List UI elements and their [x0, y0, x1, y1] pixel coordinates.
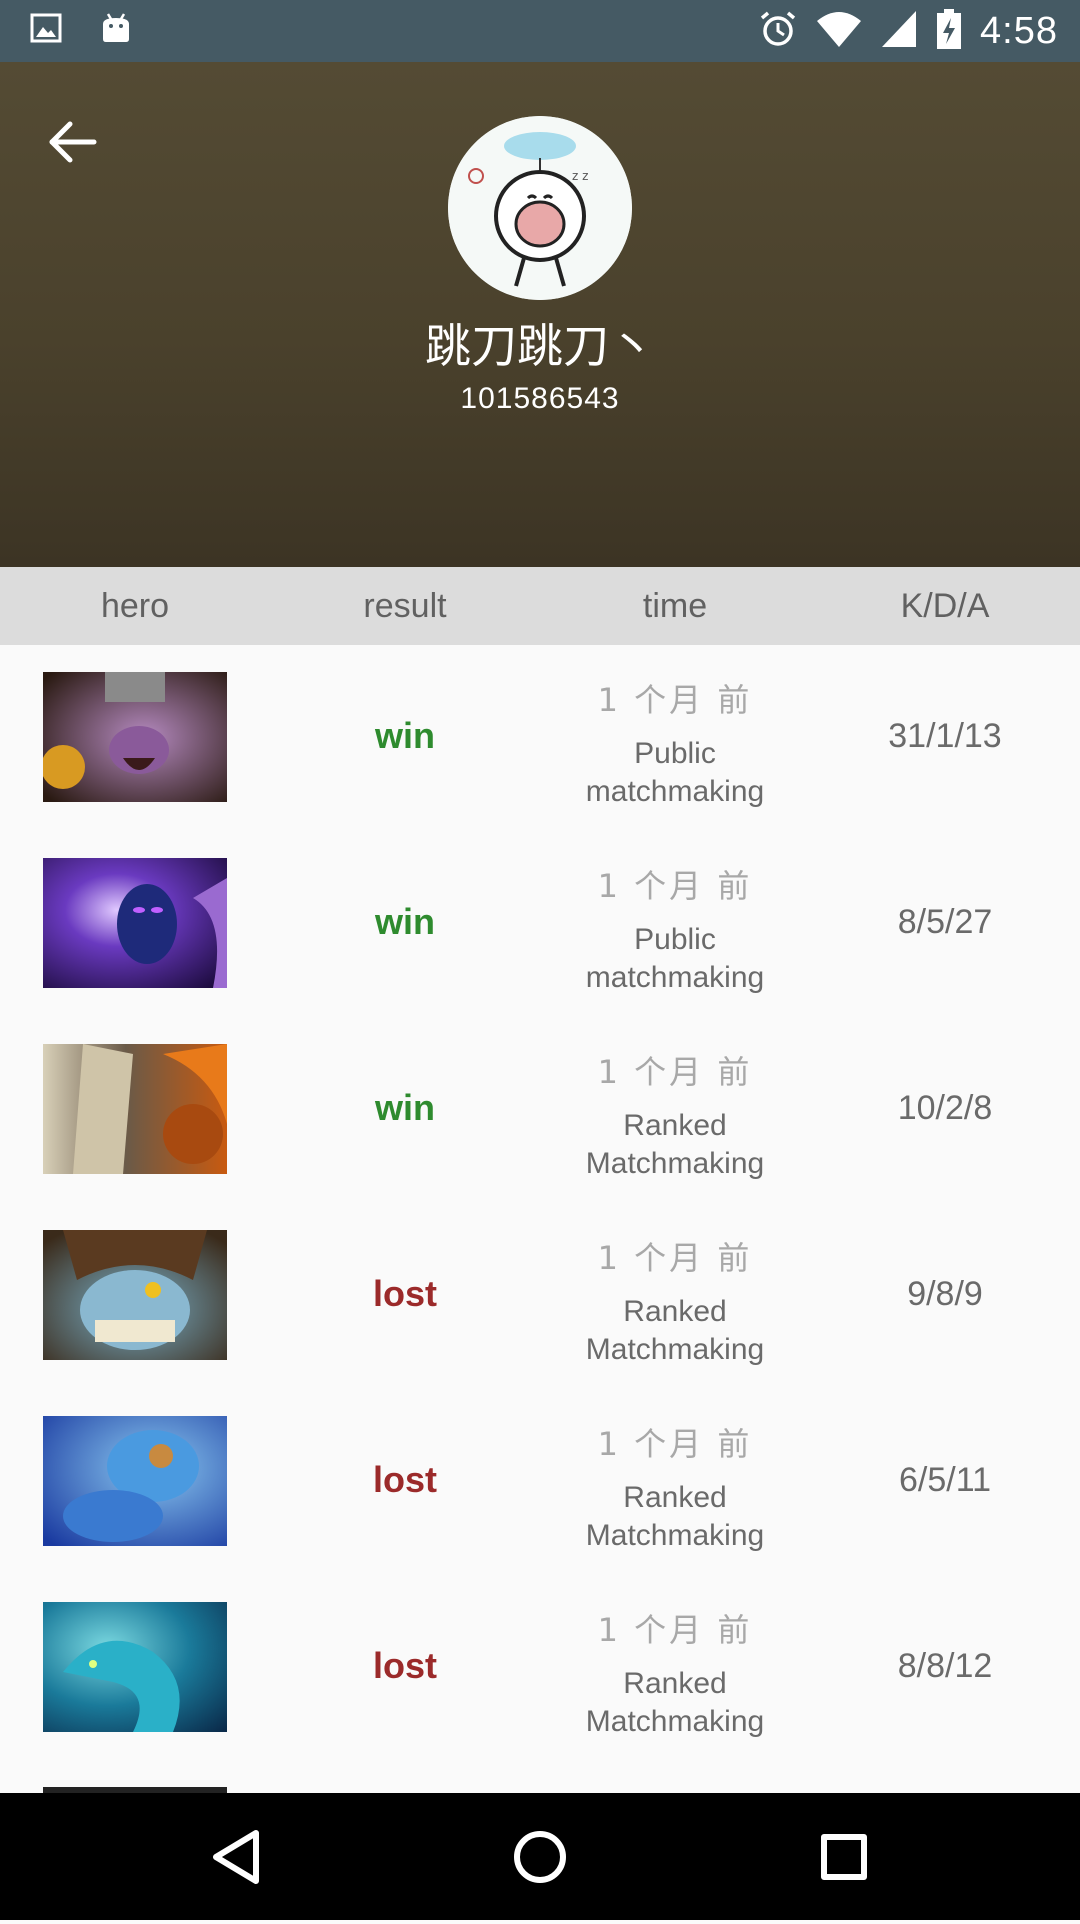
game-mode: Ranked Matchmaking [540, 1479, 810, 1555]
match-row[interactable]: win 1 个月 前 Public matchmaking 31/1/13 [0, 645, 1080, 831]
column-time: time [642, 587, 708, 625]
match-result: lost [372, 1273, 437, 1314]
time-ago: 1 个月 前 [597, 1053, 753, 1091]
game-mode-line1: Public [634, 923, 716, 956]
game-mode: Ranked Matchmaking [540, 1293, 810, 1369]
back-button[interactable] [44, 112, 104, 172]
column-headers: hero result time K/D/A [0, 567, 1080, 645]
hero-portrait-3 [43, 1044, 227, 1174]
hero-portrait-2 [43, 858, 227, 988]
time-ago: 1 个月 前 [597, 1425, 753, 1463]
game-mode-line2: Matchmaking [585, 1705, 765, 1738]
game-mode-line1: Ranked [623, 1481, 727, 1514]
match-time: 1 个月 前 Public matchmaking [540, 675, 810, 811]
alarm-icon [758, 9, 798, 53]
match-kda: 8/8/12 [897, 1647, 993, 1685]
wifi-icon [816, 9, 862, 53]
battery-icon [936, 8, 962, 54]
arrow-left-icon [49, 121, 97, 163]
match-kda: 10/2/8 [897, 1089, 993, 1127]
game-mode-line1: Ranked [623, 1295, 727, 1328]
match-row[interactable]: lost 1 个月 前 Ranked Matchmaking 8/8/12 [0, 1575, 1080, 1761]
nav-recents-button[interactable] [784, 1793, 904, 1920]
match-row[interactable]: win 1 个月 前 Public matchmaking 8/5/27 [0, 831, 1080, 1017]
match-result: win [375, 715, 435, 756]
match-time: 1 个月 前 Ranked Matchmaking [540, 1233, 810, 1369]
hero-portrait-1 [43, 672, 227, 802]
nav-home-button[interactable] [480, 1793, 600, 1920]
column-hero: hero [100, 587, 170, 625]
game-mode-line1: Ranked [623, 1667, 727, 1700]
time-ago: 1 个月 前 [597, 1239, 753, 1277]
time-ago: 1 个月 前 [597, 681, 753, 719]
match-result: win [375, 1087, 435, 1128]
match-row[interactable]: lost 1 个月 前 Ranked Matchmaking 6/5/11 [0, 1389, 1080, 1575]
time-ago: 1 个月 前 [597, 867, 753, 905]
match-row[interactable]: win 1 个月 前 Ranked Matchmaking 10/2/8 [0, 1017, 1080, 1203]
time-ago: 1 个月 前 [597, 1611, 753, 1649]
recents-square-icon [821, 1834, 867, 1880]
avatar[interactable]: z z [448, 116, 632, 300]
clock: 4:58 [980, 9, 1058, 52]
back-triangle-icon [213, 1830, 259, 1884]
android-icon [100, 12, 132, 48]
svg-text:z z: z z [572, 169, 588, 183]
match-result: lost [372, 1459, 437, 1500]
navigation-bar [0, 1793, 1080, 1920]
match-row[interactable]: lost 1 个月 前 Ranked Matchmaking 9/8/9 [0, 1203, 1080, 1389]
game-mode: Public matchmaking [540, 921, 810, 997]
match-time: 1 个月 前 Ranked Matchmaking [540, 1419, 810, 1555]
match-time: 1 个月 前 Ranked Matchmaking [540, 1047, 810, 1183]
game-mode: Ranked Matchmaking [540, 1107, 810, 1183]
home-circle-icon [514, 1831, 566, 1883]
hero-portrait-6 [43, 1602, 227, 1732]
game-mode-line2: matchmaking [585, 775, 765, 808]
nav-back-button[interactable] [176, 1793, 296, 1920]
game-mode-line1: Public [634, 737, 716, 770]
game-mode-line2: matchmaking [585, 961, 765, 994]
game-mode-line2: Matchmaking [585, 1519, 765, 1552]
image-icon [30, 12, 62, 48]
status-bar: 4:58 [0, 0, 1080, 62]
match-list[interactable]: win 1 个月 前 Public matchmaking 31/1/13 wi… [0, 645, 1080, 1793]
game-mode: Ranked Matchmaking [540, 1665, 810, 1741]
column-kda: K/D/A [900, 587, 990, 625]
game-mode-line1: Ranked [623, 1109, 727, 1142]
match-kda: 31/1/13 [888, 717, 1002, 755]
game-mode-line2: Matchmaking [585, 1147, 765, 1180]
signal-icon [880, 9, 918, 53]
match-kda: 8/5/27 [897, 903, 993, 941]
game-mode: Public matchmaking [540, 735, 810, 811]
hero-portrait-5 [43, 1416, 227, 1546]
match-time: 1 个月 前 Public matchmaking [540, 861, 810, 997]
username: 跳刀跳刀丶 [425, 319, 655, 373]
match-result: lost [372, 1645, 437, 1686]
hero-portrait-4 [43, 1230, 227, 1360]
user-id: 101586543 [460, 382, 620, 415]
match-time: 1 个月 前 Ranked Matchmaking [540, 1605, 810, 1741]
match-kda: 6/5/11 [898, 1461, 991, 1499]
match-result: win [375, 901, 435, 942]
match-kda: 9/8/9 [907, 1275, 983, 1313]
column-result: result [363, 587, 447, 625]
game-mode-line2: Matchmaking [585, 1333, 765, 1366]
profile-header: z z 跳刀跳刀丶 101586543 [0, 62, 1080, 567]
